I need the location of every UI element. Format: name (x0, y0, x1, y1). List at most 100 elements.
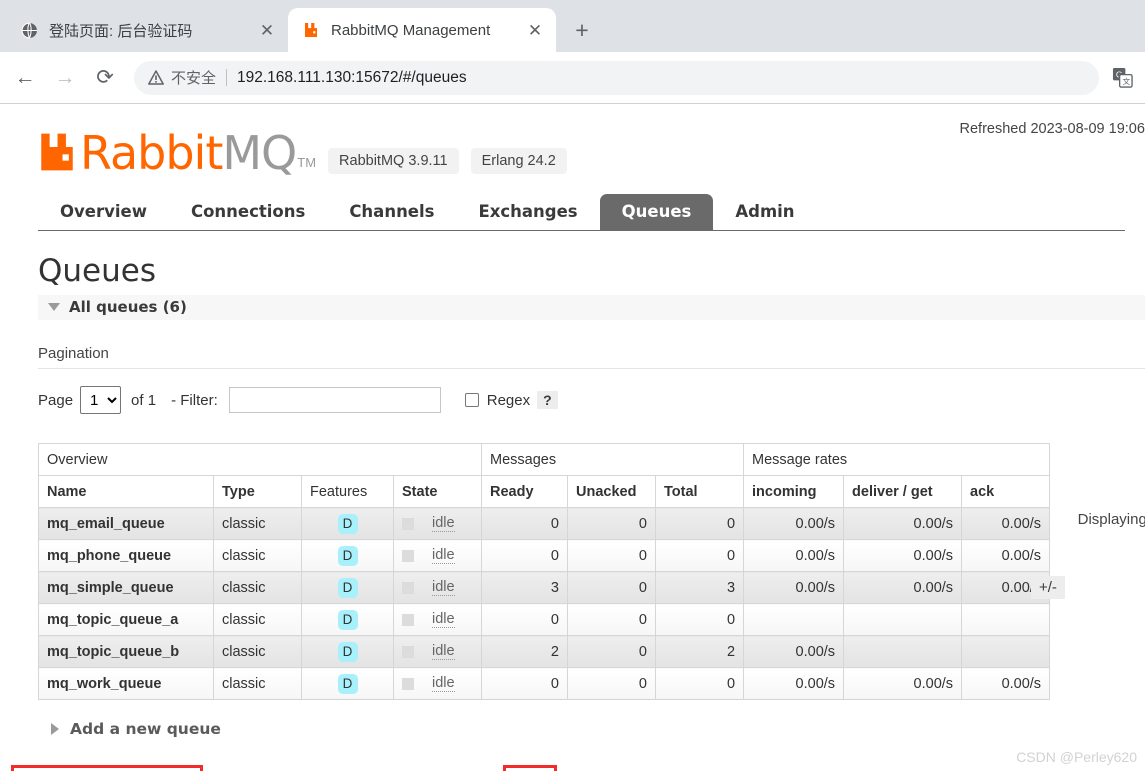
table-row: mq_phone_queue classic Didle 0 0 0 0.00/s 0.00/… (38, 539, 1051, 572)
tab-overview[interactable]: Overview (38, 194, 169, 230)
cell-queue-name[interactable]: mq_simple_queue (38, 571, 214, 604)
group-header-overview: Overview (38, 443, 482, 476)
cell-queue-name[interactable]: mq_topic_queue_b (38, 635, 214, 668)
cell-queue-name[interactable]: mq_email_queue (38, 507, 214, 540)
cell-messages-unacked: 0 (567, 539, 656, 572)
column-header-name[interactable]: Name (38, 475, 214, 508)
state-label: idle (432, 643, 455, 660)
browser-tab-bar: 登陆页面: 后台验证码 ✕ RabbitMQ Management ✕ + (0, 0, 1145, 52)
page-label: Page (38, 391, 74, 409)
new-tab-button[interactable]: + (564, 12, 600, 48)
regex-checkbox[interactable] (464, 393, 479, 407)
filter-input[interactable] (228, 387, 441, 413)
cell-queue-state: idle (393, 507, 482, 540)
group-header-message-rates: Message rates (743, 443, 1051, 476)
url-text: 192.168.111.130:15672/#/queues (237, 68, 467, 86)
annotation-box-queue-name (11, 765, 203, 771)
state-label: idle (432, 547, 455, 564)
rabbitmq-logo[interactable]: Rabbit MQ TM (36, 126, 316, 180)
durable-badge-icon: D (337, 609, 358, 630)
page-title: Queues (38, 253, 156, 289)
cell-messages-unacked: 0 (567, 507, 656, 540)
back-button[interactable]: ← (8, 61, 42, 95)
cell-queue-state: idle (393, 667, 482, 700)
tab-connections[interactable]: Connections (169, 194, 327, 230)
cell-messages-ready: 3 (481, 571, 568, 604)
pagination-controls: Page 1 of 1 - Filter: Regex ? (38, 385, 1125, 415)
cell-rate-deliver-get (843, 603, 963, 636)
google-translate-icon[interactable]: G 文 (1107, 63, 1137, 93)
tab-exchanges[interactable]: Exchanges (456, 194, 599, 230)
forward-button[interactable]: → (48, 61, 82, 95)
cell-rate-ack (961, 603, 1051, 636)
cell-queue-features: D (301, 603, 394, 636)
cell-queue-state: idle (393, 635, 482, 668)
address-bar[interactable]: 不安全 192.168.111.130:15672/#/queues (134, 60, 1099, 95)
cell-rate-deliver-get: 0.00/s (843, 667, 963, 700)
cell-rate-incoming: 0.00/s (743, 635, 845, 668)
state-label: idle (432, 579, 455, 596)
cell-queue-type: classic (213, 667, 302, 700)
state-indicator-square (402, 517, 414, 530)
watermark: CSDN @Perley620 (1016, 749, 1137, 765)
add-new-queue-section[interactable]: Add a new queue (38, 720, 1125, 738)
column-header-ready[interactable]: Ready (481, 475, 568, 508)
state-label: idle (432, 515, 455, 532)
column-header-total[interactable]: Total (654, 475, 745, 508)
rabbitmq-version-badge: RabbitMQ 3.9.11 (328, 148, 459, 174)
cell-rate-deliver-get: 0.00/s (843, 539, 963, 572)
reload-button[interactable]: ⟳ (88, 61, 122, 95)
cell-queue-state: idle (393, 603, 482, 636)
warning-triangle-icon (148, 70, 164, 85)
durable-badge-icon: D (337, 545, 358, 566)
logo-rabbit-text: Rabbit (80, 126, 223, 180)
cell-queue-features: D (301, 571, 394, 604)
add-new-queue-label: Add a new queue (70, 720, 221, 738)
cell-rate-incoming (743, 603, 845, 636)
cell-messages-ready: 2 (481, 635, 568, 668)
durable-badge-icon: D (337, 513, 358, 534)
tab-queues[interactable]: Queues (599, 194, 714, 230)
cell-queue-name[interactable]: mq_work_queue (38, 667, 214, 700)
table-row: mq_email_queue classic Didle 0 0 0 0.00/s 0.00/… (38, 507, 1051, 540)
cell-queue-name[interactable]: mq_topic_queue_a (38, 603, 214, 636)
cell-queue-name[interactable]: mq_phone_queue (38, 539, 214, 572)
cell-queue-state: idle (393, 571, 482, 604)
cell-rate-deliver-get (843, 635, 963, 668)
table-group-header-row: Overview Messages Message rates (38, 443, 1051, 476)
page-select[interactable]: 1 (80, 386, 122, 414)
globe-icon (20, 21, 38, 39)
main-nav-tabs: Overview Connections Channels Exchanges … (38, 194, 1125, 231)
cell-messages-unacked: 0 (567, 667, 656, 700)
cell-messages-ready: 0 (481, 507, 568, 540)
cell-rate-incoming: 0.00/s (743, 571, 845, 604)
cell-messages-ready: 0 (481, 539, 568, 572)
column-header-unacked[interactable]: Unacked (567, 475, 656, 508)
column-header-state[interactable]: State (393, 475, 482, 508)
tab-channels[interactable]: Channels (327, 194, 456, 230)
cell-queue-type: classic (213, 571, 302, 604)
browser-tab-2[interactable]: RabbitMQ Management ✕ (288, 8, 556, 52)
tab-admin[interactable]: Admin (713, 194, 816, 230)
cell-rate-deliver-get: 0.00/s (843, 507, 963, 540)
help-icon[interactable]: ? (537, 391, 558, 409)
toggle-columns-button[interactable]: +/- (1031, 576, 1065, 599)
queues-table-body: mq_email_queue classic Didle 0 0 0 0.00/s 0.00/… (38, 507, 1051, 700)
close-icon[interactable]: ✕ (524, 19, 546, 41)
column-header-ack[interactable]: ack (961, 475, 1051, 508)
state-indicator-square (402, 645, 414, 658)
column-header-type[interactable]: Type (213, 475, 302, 508)
chevron-right-icon (51, 723, 59, 735)
cell-queue-features: D (301, 507, 394, 540)
column-header-incoming[interactable]: incoming (743, 475, 845, 508)
durable-badge-icon: D (337, 577, 358, 598)
cell-queue-features: D (301, 667, 394, 700)
regex-checkbox-group[interactable]: Regex ? (464, 391, 558, 409)
cell-messages-total: 0 (654, 667, 745, 700)
close-icon[interactable]: ✕ (256, 19, 278, 41)
column-header-deliver-get[interactable]: deliver / get (843, 475, 963, 508)
table-column-header-row: Name Type Features State Ready Unacked T… (38, 475, 1051, 508)
all-queues-section-header[interactable]: All queues (6) (38, 295, 1145, 320)
filter-label: - Filter: (171, 391, 218, 409)
browser-tab-1[interactable]: 登陆页面: 后台验证码 ✕ (6, 8, 288, 52)
